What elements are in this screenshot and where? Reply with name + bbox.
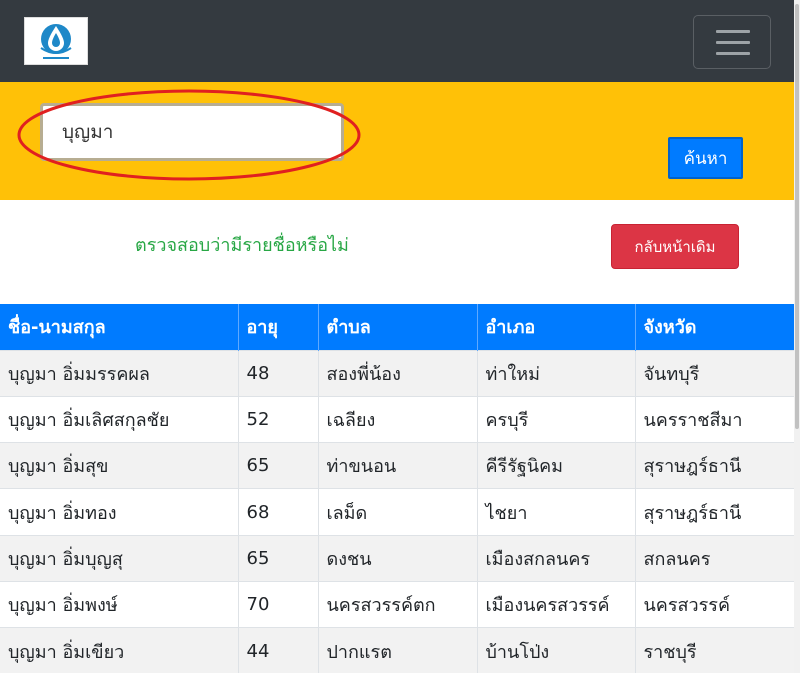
menu-bar-line: [716, 52, 750, 55]
cell-district: ท่าใหม่: [477, 349, 636, 397]
results-table: ชื่อ-นามสกุล อายุ ตำบล อำเภอ จังหวัด บุญ…: [0, 304, 795, 673]
hamburger-menu-icon[interactable]: [693, 15, 771, 69]
cell-province: นครสวรรค์: [635, 580, 795, 628]
water-drop-logo-icon[interactable]: [24, 17, 88, 65]
table-row[interactable]: บุญมา อิ่มทอง 68 เลม็ด ไชยา สุราษฎร์ธานี: [0, 488, 795, 536]
cell-age: 52: [238, 395, 319, 443]
cell-province: สุราษฎร์ธานี: [635, 442, 795, 489]
column-header-subdistrict[interactable]: ตำบล: [318, 304, 478, 350]
cell-name: บุญมา อิ่มสุข: [0, 442, 239, 489]
cell-province: นครราชสีมา: [635, 395, 795, 443]
table-row[interactable]: บุญมา อิ่มมรรคผล 48 สองพี่น้อง ท่าใหม่ จ…: [0, 349, 795, 397]
table-header-row: ชื่อ-นามสกุล อายุ ตำบล อำเภอ จังหวัด: [0, 304, 795, 350]
search-input[interactable]: [46, 109, 338, 155]
cell-subdistrict: ท่าขนอน: [318, 442, 478, 489]
cell-district: ไชยา: [477, 488, 636, 536]
column-header-province[interactable]: จังหวัด: [635, 304, 795, 350]
cell-province: จันทบุรี: [635, 349, 795, 397]
column-header-name[interactable]: ชื่อ-นามสกุล: [0, 304, 239, 350]
table-row[interactable]: บุญมา อิ่มเลิศสกุลชัย 52 เฉลียง ครบุรี น…: [0, 395, 795, 443]
cell-subdistrict: สองพี่น้อง: [318, 349, 478, 397]
cell-province: สกลนคร: [635, 534, 795, 582]
cell-age: 68: [238, 488, 319, 536]
top-navbar: [0, 0, 794, 82]
cell-name: บุญมา อิ่มบุญสุ: [0, 534, 239, 582]
cell-district: ครบุรี: [477, 395, 636, 443]
table-row[interactable]: บุญมา อิ่มสุข 65 ท่าขนอน คีรีรัฐนิคม สุร…: [0, 442, 795, 489]
cell-subdistrict: เลม็ด: [318, 488, 478, 536]
cell-name: บุญมา อิ่มพงษ์: [0, 580, 239, 628]
cell-subdistrict: ปากแรต: [318, 627, 478, 673]
cell-age: 44: [238, 627, 319, 673]
search-button[interactable]: ค้นหา: [668, 137, 743, 179]
table-row[interactable]: บุญมา อิ่มบุญสุ 65 ดงชน เมืองสกลนคร สกลน…: [0, 534, 795, 582]
cell-subdistrict: นครสวรรค์ตก: [318, 580, 478, 628]
cell-age: 65: [238, 534, 319, 582]
table-row[interactable]: บุญมา อิ่มเขียว 44 ปากแรต บ้านโป่ง ราชบุ…: [0, 627, 795, 673]
cell-subdistrict: ดงชน: [318, 534, 478, 582]
cell-name: บุญมา อิ่มมรรคผล: [0, 349, 239, 397]
menu-bar-line: [716, 41, 750, 44]
cell-district: บ้านโป่ง: [477, 627, 636, 673]
cell-province: สุราษฎร์ธานี: [635, 488, 795, 536]
back-button[interactable]: กลับหน้าเดิม: [611, 224, 739, 269]
cell-district: เมืองนครสวรรค์: [477, 580, 636, 628]
column-header-district[interactable]: อำเภอ: [477, 304, 636, 350]
cell-province: ราชบุรี: [635, 627, 795, 673]
cell-district: คีรีรัฐนิคม: [477, 442, 636, 489]
search-field-frame: [40, 103, 344, 161]
cell-subdistrict: เฉลียง: [318, 395, 478, 443]
scrollbar-thumb[interactable]: [795, 4, 799, 429]
cell-district: เมืองสกลนคร: [477, 534, 636, 582]
cell-name: บุญมา อิ่มเลิศสกุลชัย: [0, 395, 239, 443]
cell-age: 65: [238, 442, 319, 489]
cell-name: บุญมา อิ่มทอง: [0, 488, 239, 536]
cell-name: บุญมา อิ่มเขียว: [0, 627, 239, 673]
table-row[interactable]: บุญมา อิ่มพงษ์ 70 นครสวรรค์ตก เมืองนครสว…: [0, 580, 795, 628]
cell-age: 48: [238, 349, 319, 397]
column-header-age[interactable]: อายุ: [238, 304, 319, 350]
menu-bar-line: [716, 30, 750, 33]
cell-age: 70: [238, 580, 319, 628]
check-name-message: ตรวจสอบว่ามีรายชื่อหรือไม่: [135, 235, 349, 256]
page-scrollbar[interactable]: [794, 0, 800, 673]
